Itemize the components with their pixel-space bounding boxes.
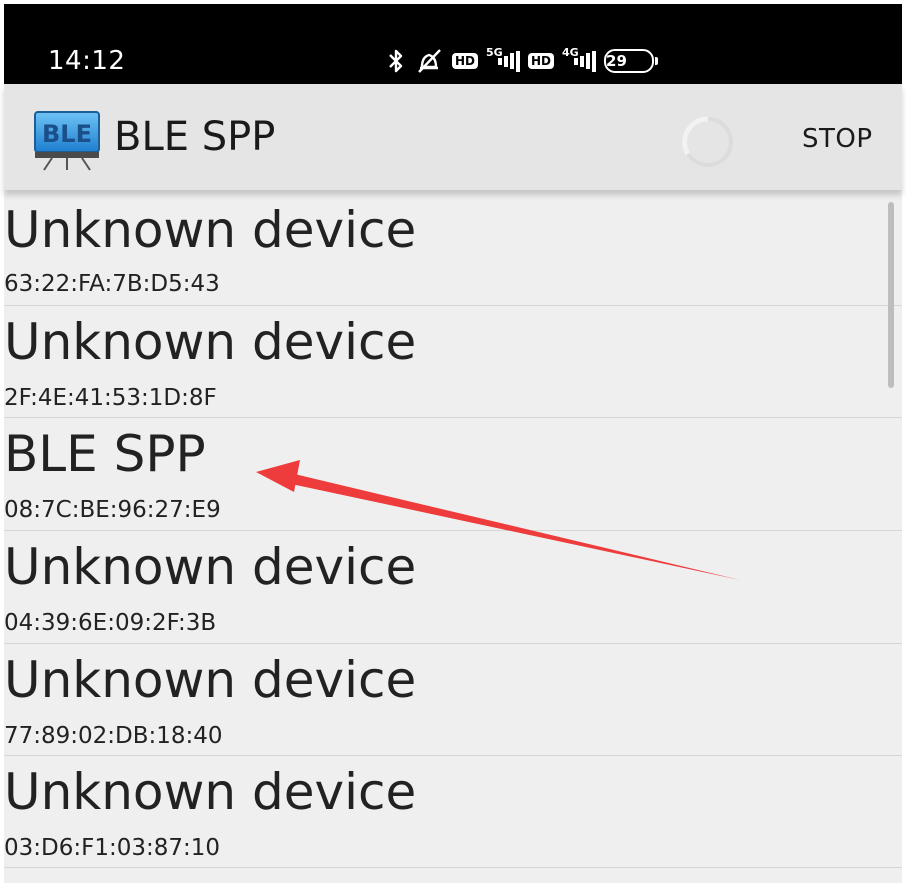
app-icon: BLE [34, 111, 100, 171]
device-address: 03:D6:F1:03:87:10 [4, 835, 221, 861]
alarm-off-icon [414, 47, 444, 75]
signal-5g-icon: 5G [486, 46, 521, 72]
list-divider [4, 867, 902, 868]
device-address: 63:22:FA:7B:D5:43 [4, 271, 220, 297]
device-name: Unknown device [4, 763, 417, 821]
device-name: Unknown device [4, 651, 417, 709]
app-title: BLE SPP [114, 114, 276, 160]
device-name: Unknown device [4, 538, 417, 596]
device-name: BLE SPP [4, 425, 206, 483]
stop-button[interactable]: STOP [802, 124, 873, 154]
net-4g-label: 4G [562, 46, 579, 59]
list-item[interactable]: BLE SPP 08:7C:BE:96:27:E9 [4, 418, 884, 530]
phone-screen: 14:12 HD 5G HD 4G 29 BLE BLE SPP STOP Un… [0, 0, 906, 883]
status-bar: 14:12 HD 5G HD 4G 29 [4, 4, 902, 84]
device-list[interactable]: Unknown device 63:22:FA:7B:D5:43 Unknown… [4, 190, 902, 883]
hd-badge-2: HD [528, 53, 555, 69]
list-item[interactable]: Unknown device 03:D6:F1:03:87:10 [4, 756, 884, 868]
device-address: 2F:4E:41:53:1D:8F [4, 385, 217, 411]
list-item[interactable]: Unknown device 04:39:6E:09:2F:3B [4, 531, 884, 643]
device-address: 77:89:02:DB:18:40 [4, 723, 223, 749]
device-address: 04:39:6E:09:2F:3B [4, 610, 217, 636]
signal-4g-icon: 4G [562, 46, 597, 72]
status-icons: HD 5G HD 4G 29 [386, 44, 659, 78]
hd-badge: HD [452, 53, 479, 69]
device-name: Unknown device [4, 201, 417, 259]
list-item[interactable]: Unknown device 77:89:02:DB:18:40 [4, 644, 884, 756]
list-item[interactable]: Unknown device 2F:4E:41:53:1D:8F [4, 306, 884, 418]
status-time: 14:12 [48, 46, 126, 76]
battery-icon: 29 [604, 49, 659, 73]
device-name: Unknown device [4, 313, 417, 371]
net-5g-label: 5G [486, 46, 503, 59]
loading-spinner-icon [682, 116, 733, 167]
app-icon-label: BLE [42, 120, 92, 148]
action-bar: BLE BLE SPP STOP [4, 84, 902, 190]
device-address: 08:7C:BE:96:27:E9 [4, 497, 221, 523]
list-item[interactable]: Unknown device 63:22:FA:7B:D5:43 [4, 190, 884, 302]
scrollbar[interactable] [888, 202, 894, 388]
battery-level: 29 [604, 49, 655, 73]
bluetooth-icon [386, 47, 406, 75]
